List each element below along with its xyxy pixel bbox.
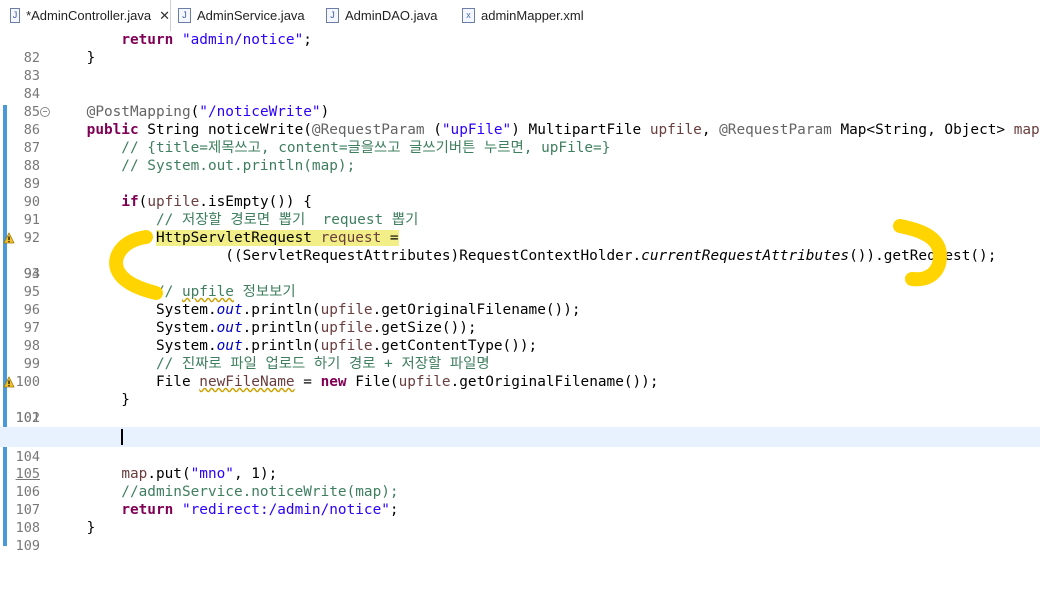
tab-label: AdminService.java [197,8,305,23]
tab-label: *AdminController.java [26,8,152,23]
brace-annotation-overlay [109,219,948,300]
xml-file-icon: x [462,8,475,23]
tab-admin-dao[interactable]: J AdminDAO.java [326,0,437,31]
java-file-icon: J [10,8,21,23]
editor-tab-bar: J *AdminController.java ✕ J AdminService… [0,0,1040,32]
java-file-icon: J [326,8,339,23]
tab-admin-controller[interactable]: J *AdminController.java ✕ [4,0,171,31]
tab-label: AdminDAO.java [345,8,438,23]
close-icon[interactable]: ✕ [159,8,170,24]
java-file-icon: J [178,8,191,23]
tab-label: adminMapper.xml [481,8,584,23]
left-brace-mark [109,230,163,300]
tab-admin-mapper[interactable]: x adminMapper.xml [462,0,584,31]
tab-admin-service[interactable]: J AdminService.java [178,0,305,31]
right-brace-mark [893,219,948,287]
